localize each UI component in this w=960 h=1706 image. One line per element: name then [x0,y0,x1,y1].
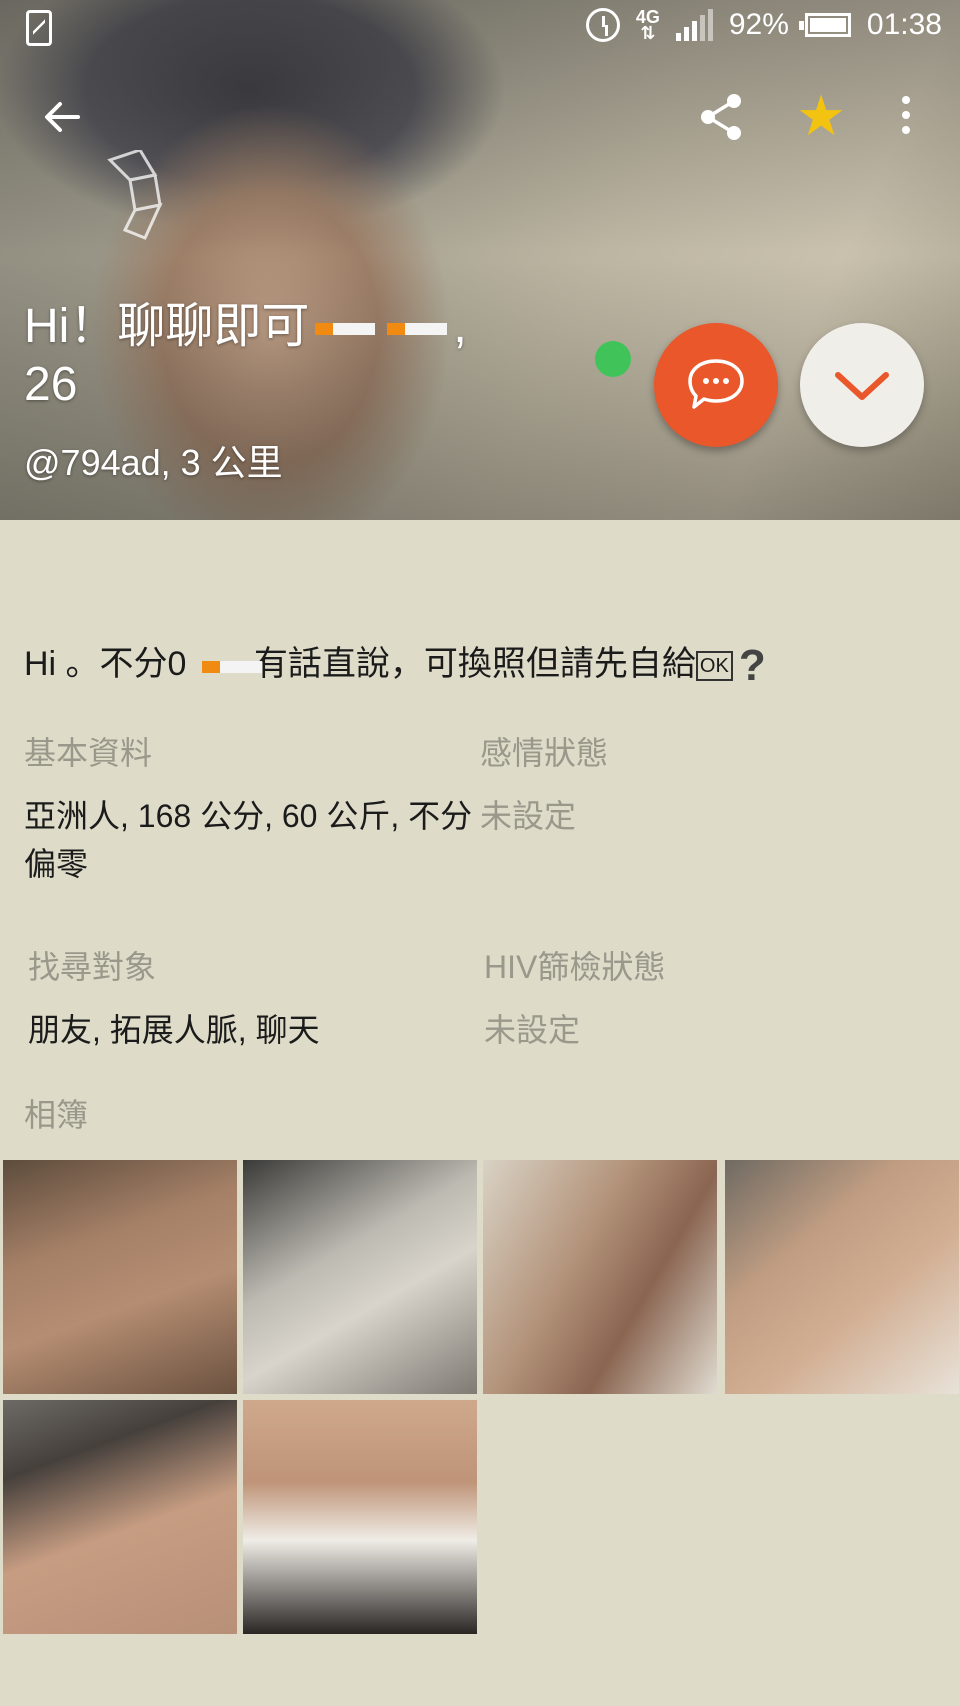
question-mark-emoji: ? [738,641,766,691]
cigarette-emoji-icon [387,323,448,336]
bio-text-end: 有話直說，可換照但請先自給 [253,645,696,683]
album-label: 相簿 [24,1097,89,1133]
status-bar: 4G ⇅ 92% 01:38 [0,0,960,56]
app-logo-watermark-icon [107,150,163,240]
basic-info-label: 基本資料 [24,735,153,771]
alarm-icon [585,8,620,42]
hiv-status-label: HIV篩檢狀態 [484,949,666,985]
album-photo[interactable] [3,1400,237,1634]
ok-emoji-icon: OK [695,651,733,682]
looking-for-value: 朋友, 拓展人脈, 聊天 [28,1012,320,1048]
network-type-icon: 4G ⇅ [636,8,660,43]
looking-for-label: 找尋對象 [28,949,157,985]
cigarette-emoji-icon [315,323,376,336]
battery-percent: 92% [728,8,789,41]
profile-display-name: Hi！聊聊即可 [24,300,310,353]
chevron-down-icon [835,372,889,400]
profile-bio: Hi 。不分0 有話直說，可換照但請先自給 OK? [24,636,766,691]
basic-info-value: 亞洲人, 168 公分, 60 公斤, 不分偏零 [24,798,473,882]
share-icon[interactable] [698,92,744,142]
back-arrow-icon[interactable] [38,92,88,142]
hiv-status-value: 未設定 [484,1012,581,1048]
bio-text-start: Hi 。不分0 [24,645,196,683]
expand-profile-button[interactable] [800,323,924,447]
data-arrows-icon: ⇅ [640,23,656,43]
profile-handle-distance: @794ad, 3 公里 [24,442,283,483]
profile-name-age: Hi！聊聊即可, 26 [24,298,544,414]
online-status-indicator [595,341,631,377]
signal-strength-icon [675,9,713,41]
favorite-star-icon[interactable]: ★ [796,86,846,146]
name-separator: , [453,300,467,353]
album-photo[interactable] [483,1160,717,1394]
profile-age: 26 [24,358,78,411]
album-photo[interactable] [3,1160,237,1394]
relationship-status-value: 未設定 [480,798,577,834]
profile-header-photo[interactable]: 4G ⇅ 92% 01:38 ★ Hi！聊聊即可, 26 @794ad, 3 公… [0,0,960,520]
sim-card-icon [26,10,52,46]
chat-bubble-icon [688,359,744,409]
album-photo[interactable] [725,1160,959,1394]
battery-icon [798,13,851,37]
more-vertical-icon[interactable] [896,96,916,142]
album-photo[interactable] [243,1400,477,1634]
clock-time: 01:38 [866,8,942,41]
album-photo[interactable] [243,1160,477,1394]
relationship-status-label: 感情狀態 [480,735,609,771]
cigarette-emoji-icon [201,661,262,674]
chat-button[interactable] [654,323,778,447]
